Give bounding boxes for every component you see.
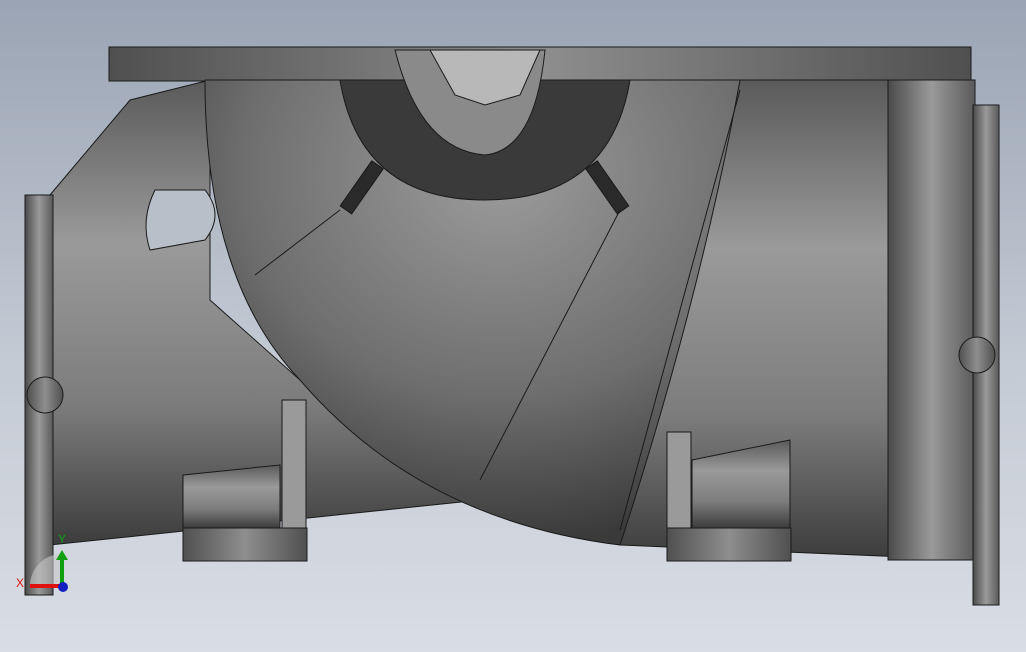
z-axis-dot <box>58 582 68 592</box>
cad-viewport[interactable] <box>0 0 1026 652</box>
right-body-face <box>887 79 976 561</box>
flange-bolt-right <box>958 336 996 374</box>
flange-bolt-left <box>26 376 64 414</box>
triad-y-label: Y <box>58 532 67 546</box>
triad-x-label: X <box>16 576 25 590</box>
pump-casing-model[interactable] <box>24 46 1000 606</box>
